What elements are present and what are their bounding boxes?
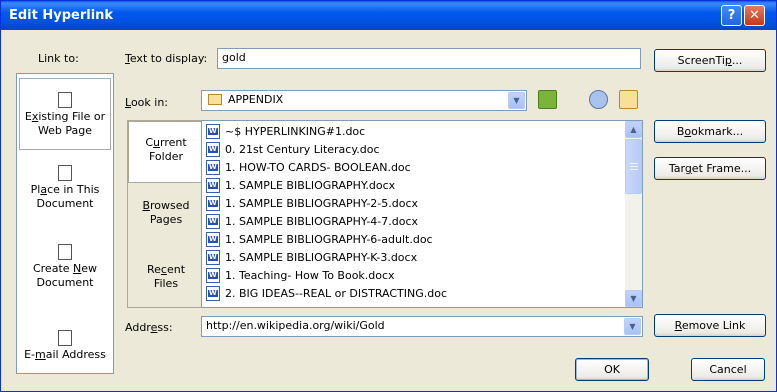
chevron-down-icon[interactable]: ▼ [624, 318, 641, 335]
list-item[interactable]: 1. HOW-TO CARDS- BOOLEAN.doc [206, 158, 411, 177]
word-doc-icon [206, 123, 220, 139]
list-item[interactable]: 1. SAMPLE BIBLIOGRAPHY-K-3.docx [206, 248, 417, 267]
word-doc-icon [206, 213, 220, 229]
list-item[interactable]: 1. Teaching- How To Book.docx [206, 266, 395, 285]
list-item[interactable]: 1. SAMPLE BIBLIOGRAPHY.docx [206, 176, 395, 195]
tab-recent-files[interactable]: Recent Files [130, 263, 202, 291]
word-doc-icon [206, 285, 220, 301]
word-doc-icon [206, 267, 220, 283]
word-doc-icon [206, 249, 220, 265]
create-new-document-icon [58, 244, 72, 260]
tab-current-folder[interactable]: Current Folder [128, 121, 203, 183]
folder-icon [208, 93, 222, 105]
place-in-document-label: Place in This Document [30, 183, 100, 210]
sidebar-item-existing-file[interactable]: Existing File or Web Page [19, 78, 111, 150]
create-new-document-label: Create New Document [32, 262, 98, 289]
chevron-down-icon[interactable]: ▼ [508, 92, 525, 109]
look-in-combo[interactable]: APPENDIX ▼ [201, 90, 527, 111]
list-item[interactable]: 1. SAMPLE BIBLIOGRAPHY-6-adult.doc [206, 230, 433, 249]
screentip-button[interactable]: ScreenTip... [654, 49, 766, 72]
link-to-sidebar: Existing File or Web Page Place in This Do… [16, 73, 114, 374]
list-item[interactable]: 1. SAMPLE BIBLIOGRAPHY-4-7.docx [206, 212, 418, 231]
edit-hyperlink-dialog: Edit Hyperlink ? ✕ Link to: Existing Fil… [0, 0, 777, 392]
look-in-value: APPENDIX [228, 93, 284, 106]
target-frame-button[interactable]: Target Frame... [654, 157, 766, 180]
cancel-button[interactable]: Cancel [691, 358, 765, 381]
sidebar-item-place-in-document[interactable]: Place in This Document [19, 165, 111, 211]
ok-button[interactable]: OK [575, 358, 649, 381]
close-button[interactable]: ✕ [744, 5, 765, 26]
list-item[interactable]: ~$ HYPERLINKING#1.doc [206, 122, 365, 141]
browse-web-icon[interactable] [589, 90, 608, 109]
tab-browsed-pages[interactable]: Browsed Pages [130, 199, 202, 227]
file-list-scrollbar[interactable]: ▲ ▼ [625, 121, 642, 307]
list-item[interactable]: 1. SAMPLE BIBLIOGRAPHY-2-5.docx [206, 194, 418, 213]
text-to-display-input[interactable]: gold [217, 48, 641, 69]
existing-file-label: Existing File or Web Page [24, 110, 106, 137]
existing-file-icon [58, 92, 72, 108]
scroll-thumb[interactable] [625, 139, 642, 194]
email-address-label: E-mail Address [24, 348, 106, 361]
scroll-down-icon[interactable]: ▼ [625, 290, 642, 307]
word-doc-icon [206, 159, 220, 175]
scroll-up-icon[interactable]: ▲ [625, 121, 642, 138]
list-item[interactable]: 2. BIG IDEAS--REAL or DISTRACTING.doc [206, 284, 447, 303]
folder-view-tabs: Current Folder Browsed Pages Recent Files [127, 120, 203, 308]
look-in-label: Look in: [125, 96, 168, 109]
email-address-icon [58, 330, 72, 346]
place-in-document-icon [58, 165, 72, 181]
bookmark-button[interactable]: Bookmark... [654, 120, 766, 143]
file-list: ~$ HYPERLINKING#1.doc 0. 21st Century Li… [201, 120, 643, 308]
word-doc-icon [206, 141, 220, 157]
word-doc-icon [206, 177, 220, 193]
list-item[interactable]: 0. 21st Century Literacy.doc [206, 140, 380, 159]
address-combo[interactable]: http://en.wikipedia.org/wiki/Gold ▼ [201, 316, 643, 337]
up-one-folder-icon[interactable] [538, 90, 557, 109]
remove-link-button[interactable]: Remove Link [654, 314, 766, 337]
help-button[interactable]: ? [721, 5, 742, 26]
title-bar: Edit Hyperlink ? ✕ [1, 1, 776, 30]
address-value: http://en.wikipedia.org/wiki/Gold [206, 319, 385, 332]
address-label: Address: [125, 321, 173, 334]
sidebar-item-email-address[interactable]: E-mail Address [19, 330, 111, 362]
dialog-title: Edit Hyperlink [9, 8, 114, 23]
word-doc-icon [206, 195, 220, 211]
text-to-display-label: Text to display: [125, 52, 208, 65]
link-to-label: Link to: [38, 52, 79, 65]
word-doc-icon [206, 231, 220, 247]
sidebar-item-create-new-document[interactable]: Create New Document [19, 244, 111, 290]
browse-file-icon[interactable] [619, 90, 638, 109]
